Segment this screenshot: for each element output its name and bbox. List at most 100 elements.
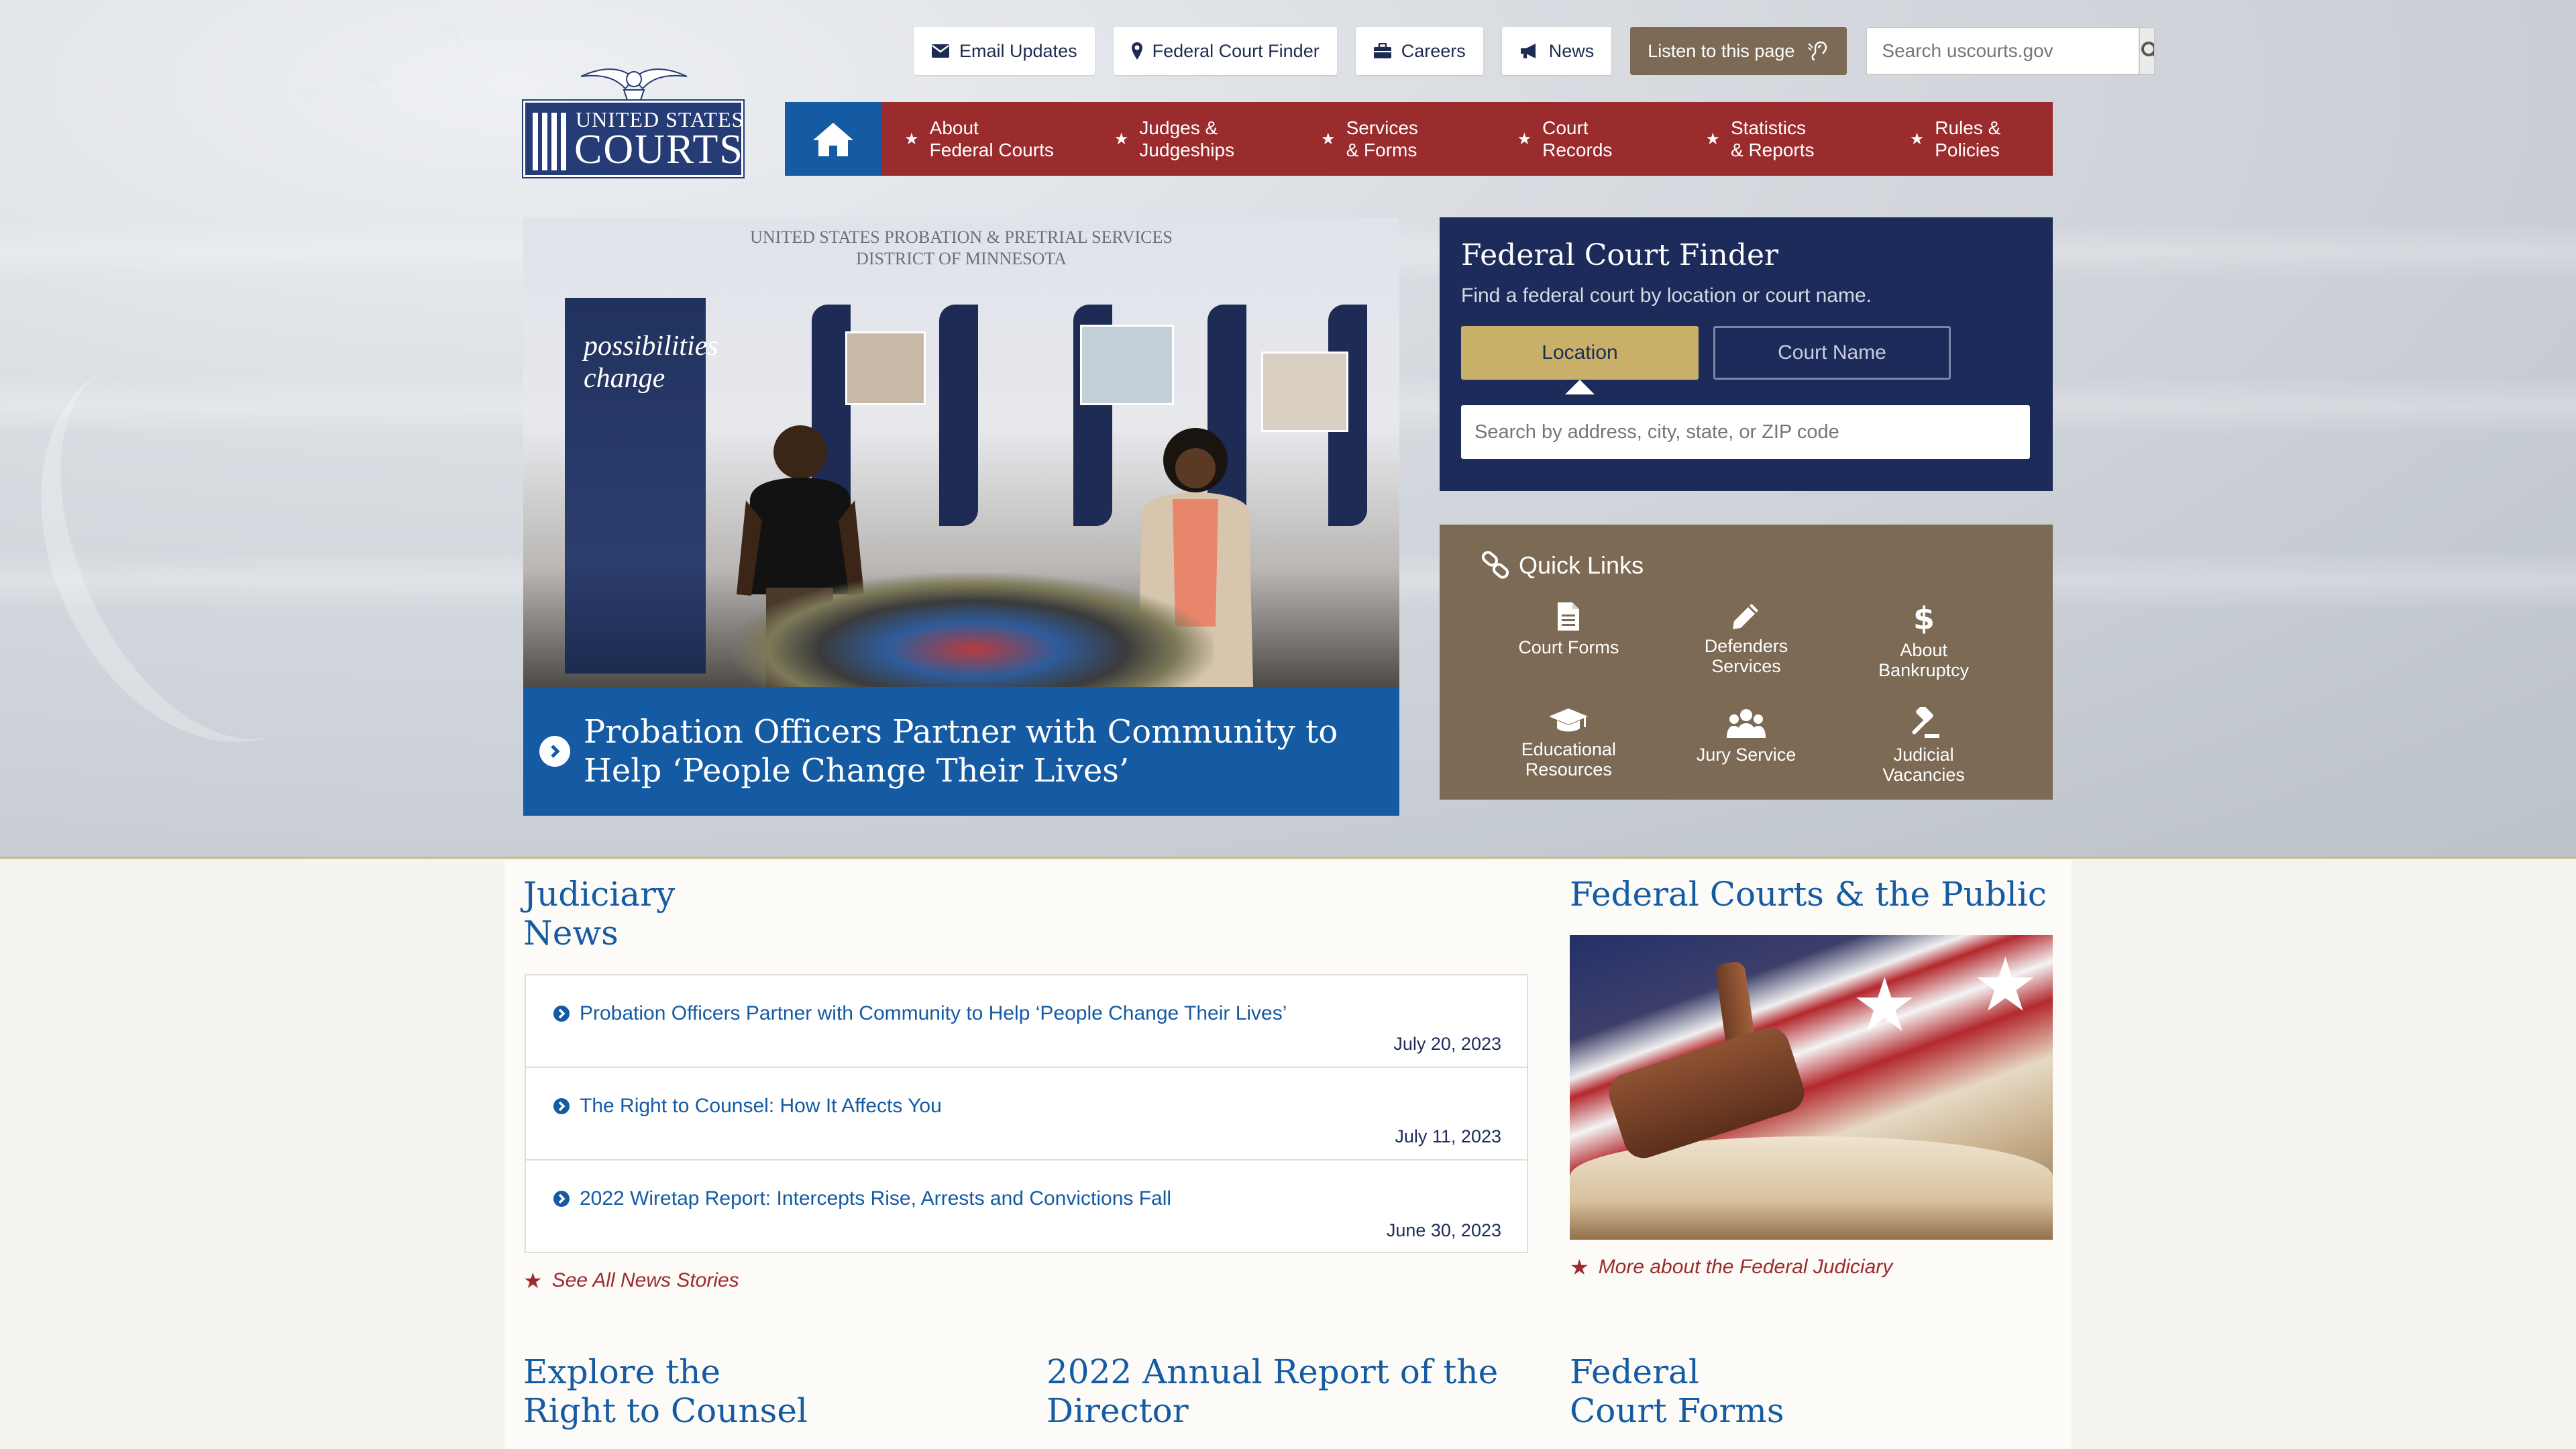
news-button[interactable]: News: [1501, 27, 1612, 75]
featured-story-caption[interactable]: Probation Officers Partner with Communit…: [523, 687, 1399, 816]
court-finder-tabs: Location Court Name: [1461, 326, 2031, 394]
nav-label: Federal Courts: [929, 140, 1054, 160]
photo-wall-line: DISTRICT OF MINNESOTA: [856, 249, 1067, 268]
dollar-icon: $: [1914, 601, 1934, 635]
site-search: [1866, 27, 2156, 75]
chevron-circle-right-icon: [553, 1098, 570, 1114]
site-search-input[interactable]: [1867, 28, 2139, 74]
court-finder-subtitle: Find a federal court by location or cour…: [1461, 284, 1872, 307]
court-location-input[interactable]: [1461, 405, 2030, 459]
search-icon: [2141, 42, 2155, 57]
nav-label: Judgeships: [1139, 140, 1235, 160]
photo-wall-line: UNITED STATES PROBATION & PRETRIAL SERVI…: [750, 227, 1173, 247]
star-decoration: ★: [429, 1, 472, 54]
quick-links-panel: Quick Links Court Forms Defenders Servic…: [1440, 525, 2053, 800]
see-all-news-link[interactable]: ★ See All News Stories: [523, 1268, 739, 1293]
federal-court-forms-heading[interactable]: Federal Court Forms: [1570, 1352, 1784, 1430]
news-link[interactable]: The Right to Counsel: How It Affects You: [553, 1095, 1527, 1118]
star-icon: ★: [1114, 129, 1129, 148]
nav-services-forms[interactable]: ★ Services & Forms: [1272, 102, 1467, 176]
audio-ear-icon: [1808, 41, 1827, 61]
nav-judges-judgeships[interactable]: ★ Judges & Judgeships: [1077, 102, 1272, 176]
list-item: Probation Officers Partner with Communit…: [526, 975, 1527, 1068]
careers-button[interactable]: Careers: [1355, 27, 1483, 75]
court-finder-label: Federal Court Finder: [1152, 40, 1320, 61]
news-label: News: [1548, 40, 1595, 61]
quick-link-judicial-vacancies[interactable]: Judicial Vacancies: [1835, 707, 2012, 785]
photo-frame: [1080, 325, 1174, 405]
news-link[interactable]: Probation Officers Partner with Communit…: [553, 1002, 1527, 1025]
photo-wall-heading: UNITED STATES PROBATION & PRETRIAL SERVI…: [523, 227, 1399, 270]
court-finder-panel: Federal Court Finder Find a federal cour…: [1440, 217, 2053, 491]
nav-home[interactable]: [785, 102, 881, 176]
nav-label: Records: [1542, 140, 1613, 160]
tab-location[interactable]: Location: [1461, 326, 1699, 394]
main-nav: ★ About Federal Courts ★ Judges & Judgeshi…: [785, 102, 2053, 176]
photo-banner-line: possibilities: [584, 331, 718, 362]
svg-text:$: $: [1914, 601, 1934, 635]
email-updates-button[interactable]: Email Updates: [914, 27, 1095, 75]
featured-story-title[interactable]: Probation Officers Partner with Communit…: [584, 712, 1338, 790]
quick-links-title: Quick Links: [1519, 551, 1644, 579]
nav-label: Judges &: [1139, 117, 1218, 138]
heading-line: 2022 Annual Report of the: [1046, 1352, 1499, 1391]
chevron-circle-right-icon: [553, 1006, 570, 1022]
nav-label: Services: [1346, 117, 1418, 138]
quick-link-label: Educational: [1521, 739, 1616, 759]
group-icon: [1726, 709, 1766, 738]
us-courts-logo[interactable]: UNITED STATES COURTS: [522, 59, 745, 178]
pencil-icon: [1732, 604, 1758, 629]
star-icon: ★: [1517, 129, 1532, 148]
chevron-circle-right-icon: [539, 736, 570, 767]
flag-star: ★: [1972, 944, 2039, 1026]
heading-line: Federal: [1570, 1352, 1699, 1391]
nav-rules-policies[interactable]: ★ Rules & Policies: [1858, 102, 2053, 176]
federal-court-finder-button[interactable]: Federal Court Finder: [1113, 27, 1337, 75]
quick-link-jury-service[interactable]: Jury Service: [1658, 707, 1835, 785]
quick-link-court-forms[interactable]: Court Forms: [1480, 601, 1658, 680]
more-about-judiciary-link[interactable]: ★ More about the Federal Judiciary: [1570, 1254, 1892, 1280]
quick-link-label: Jury Service: [1696, 745, 1796, 765]
star-decoration: ★: [349, 48, 391, 101]
federal-courts-public-heading[interactable]: Federal Courts & the Public: [1570, 875, 2047, 914]
quick-link-label: Bankruptcy: [1878, 660, 1970, 680]
photo-ribbon: [939, 305, 978, 526]
email-updates-label: Email Updates: [959, 40, 1077, 61]
nav-label: & Forms: [1346, 140, 1417, 160]
site-search-button[interactable]: [2139, 28, 2155, 74]
listen-to-page-button[interactable]: Listen to this page: [1630, 27, 1847, 75]
photo-frame: [845, 331, 926, 405]
quick-link-defenders-services[interactable]: Defenders Services: [1658, 601, 1835, 680]
gavel-photo[interactable]: ★ ★: [1570, 935, 2053, 1240]
quick-link-label: Resources: [1525, 759, 1612, 780]
nav-court-records[interactable]: ★ Court Records: [1467, 102, 1662, 176]
annual-report-heading[interactable]: 2022 Annual Report of the Director: [1046, 1352, 1498, 1430]
judiciary-news-heading[interactable]: Judiciary News: [523, 875, 675, 953]
news-title: The Right to Counsel: How It Affects You: [580, 1095, 942, 1117]
map-pin-icon: [1131, 42, 1142, 60]
link-icon: [1481, 551, 1509, 579]
explore-right-to-counsel-heading[interactable]: Explore the Right to Counsel: [523, 1352, 808, 1430]
news-link[interactable]: 2022 Wiretap Report: Intercepts Rise, Ar…: [553, 1187, 1527, 1210]
column-icon: [533, 113, 568, 170]
featured-story-title-line: Probation Officers Partner with Communit…: [584, 713, 1338, 751]
nav-about-federal-courts[interactable]: ★ About Federal Courts: [881, 102, 1077, 176]
star-decoration: ★: [288, 68, 331, 121]
star-icon: ★: [523, 1269, 543, 1293]
quick-link-about-bankruptcy[interactable]: $ About Bankruptcy: [1835, 601, 2012, 680]
megaphone-icon: [1520, 44, 1536, 58]
quick-link-label: Defenders: [1704, 636, 1788, 656]
star-decoration: ★: [255, 1, 297, 54]
news-date: July 20, 2023: [1393, 1034, 1501, 1054]
star-icon: ★: [1909, 129, 1925, 148]
home-icon: [813, 123, 853, 156]
nav-label: & Reports: [1731, 140, 1815, 160]
featured-story[interactable]: UNITED STATES PROBATION & PRETRIAL SERVI…: [523, 217, 1399, 816]
news-list: Probation Officers Partner with Communit…: [525, 974, 1528, 1253]
tab-court-name[interactable]: Court Name: [1713, 326, 1951, 380]
nav-label: Court: [1542, 117, 1589, 138]
document-icon: [1558, 602, 1580, 631]
quick-link-educational-resources[interactable]: Educational Resources: [1480, 707, 1658, 785]
nav-statistics-reports[interactable]: ★ Statistics & Reports: [1662, 102, 1858, 176]
nav-label: About: [929, 117, 979, 138]
